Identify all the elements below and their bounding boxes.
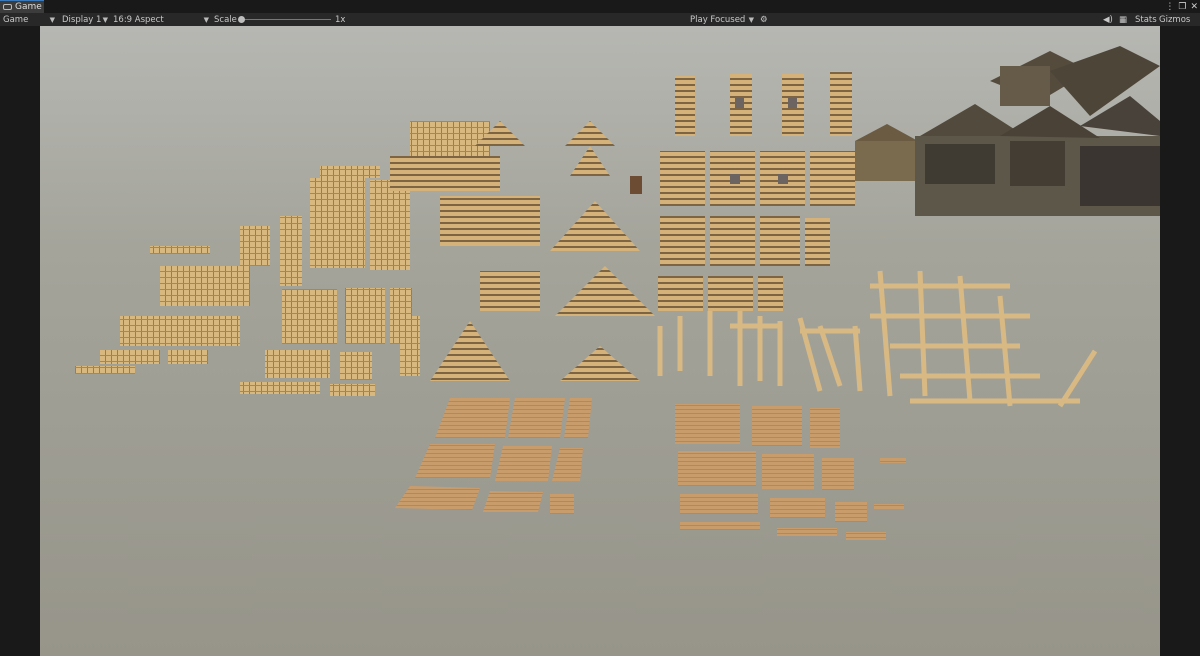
- tab-bar: Game ⋮ ❐ ✕: [0, 0, 1200, 13]
- chevron-down-icon: ▼: [102, 15, 108, 24]
- gear-icon[interactable]: ⚙: [760, 13, 768, 26]
- display-select-label: Display 1: [62, 14, 102, 25]
- game-toolbar: Game ▼ Display 1 ▼ 16:9 Aspect ▼ Scale 1…: [0, 13, 1200, 26]
- display-select[interactable]: Display 1 ▼: [62, 13, 108, 26]
- scale-label: Scale: [214, 14, 237, 25]
- speaker-icon[interactable]: ◀): [1103, 13, 1113, 26]
- game-viewport[interactable]: [40, 26, 1160, 656]
- tab-label: Game: [15, 2, 42, 12]
- play-mode-label: Play Focused: [690, 14, 746, 25]
- play-mode-select[interactable]: Play Focused ▼: [690, 13, 754, 26]
- chevron-down-icon: ▼: [203, 15, 209, 24]
- aspect-select[interactable]: 16:9 Aspect ▼: [113, 13, 209, 26]
- grid-icon[interactable]: ▦: [1119, 13, 1127, 26]
- scale-slider-thumb[interactable]: [238, 16, 245, 23]
- chevron-down-icon: ▼: [748, 15, 754, 24]
- floor-tile-set: [395, 398, 906, 540]
- gizmos-button[interactable]: Gizmos: [1159, 13, 1190, 26]
- scale-value: 1x: [335, 14, 346, 25]
- window-controls: ⋮ ❐ ✕: [1165, 0, 1198, 13]
- scene-render: [75, 46, 1160, 540]
- log-wall-set: [390, 71, 855, 381]
- stats-button[interactable]: Stats: [1135, 13, 1157, 26]
- log-cabin-model: [855, 46, 1160, 216]
- tab-game[interactable]: Game: [0, 0, 44, 13]
- kebab-menu-icon[interactable]: ⋮: [1165, 2, 1174, 12]
- view-select[interactable]: Game ▼: [3, 13, 55, 26]
- scale-slider-track[interactable]: [241, 19, 331, 20]
- aspect-select-label: 16:9 Aspect: [113, 14, 164, 25]
- maximize-icon[interactable]: ❐: [1178, 2, 1186, 12]
- chevron-down-icon: ▼: [49, 15, 55, 24]
- close-icon[interactable]: ✕: [1190, 2, 1198, 12]
- gamepad-icon: [3, 4, 12, 10]
- view-select-label: Game: [3, 14, 29, 25]
